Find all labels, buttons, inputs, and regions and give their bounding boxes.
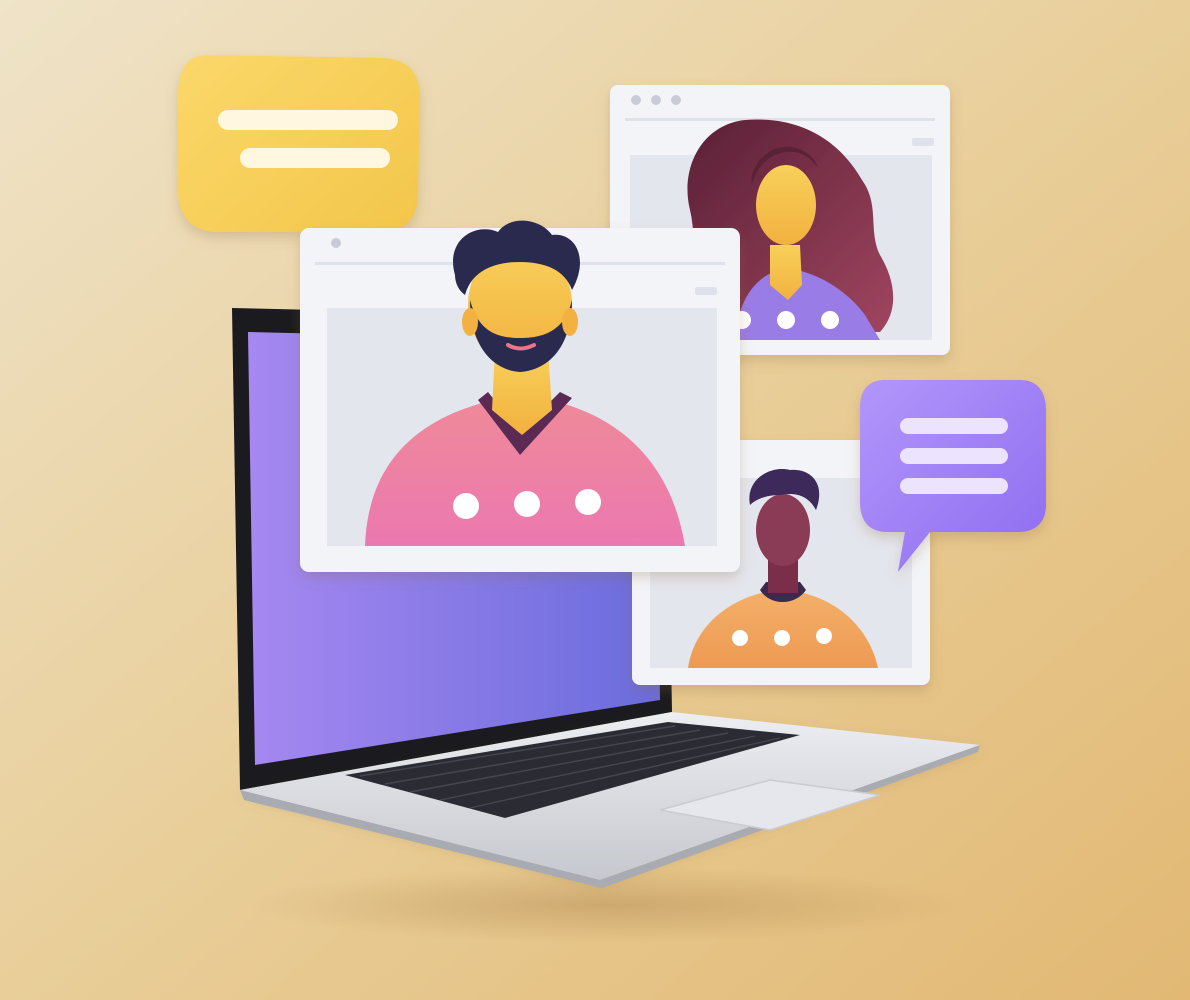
window-title-bar-line <box>625 118 935 121</box>
young-man-face <box>756 494 810 566</box>
man-sweater-dot <box>453 493 479 519</box>
window-small-button <box>912 138 934 146</box>
young-man-sweater-dot <box>732 630 748 646</box>
window-control-dot <box>631 95 641 105</box>
man-sweater-dot <box>575 489 601 515</box>
man-ear <box>462 308 478 336</box>
young-man-sweater-dot <box>774 630 790 646</box>
man-ear <box>562 308 578 336</box>
window-control-dot <box>651 95 661 105</box>
window-control-dot <box>671 95 681 105</box>
illustration-canvas <box>0 0 1190 1000</box>
window-control-dot <box>331 238 341 248</box>
woman-sweater-dot <box>777 311 795 329</box>
man-sweater-dot <box>514 491 540 517</box>
purple-bubble-line <box>900 448 1008 464</box>
purple-bubble-line <box>900 478 1008 494</box>
window-small-button <box>695 287 717 295</box>
purple-bubble-line <box>900 418 1008 434</box>
video-call-illustration <box>0 0 1190 1000</box>
video-call-window-icon <box>300 220 740 572</box>
woman-sweater-dot <box>821 311 839 329</box>
woman-face <box>756 165 816 245</box>
young-man-sweater-dot <box>816 628 832 644</box>
yellow-bubble-line <box>218 110 398 130</box>
yellow-bubble-line <box>240 148 390 168</box>
